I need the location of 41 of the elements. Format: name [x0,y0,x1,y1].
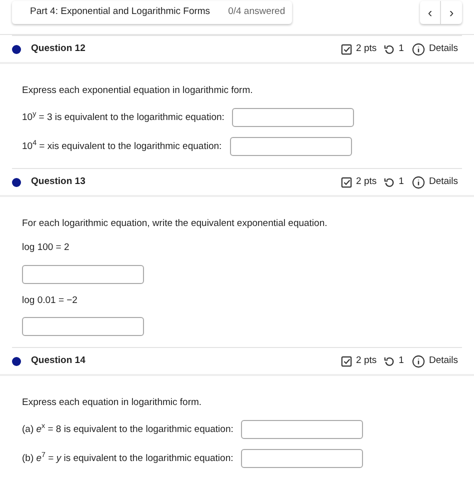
checkbox-icon [341,356,352,366]
checkbox-icon [341,44,352,54]
next-button[interactable]: › [441,1,462,24]
points-label: 2 pts [356,174,377,189]
question-instruction: Express each equation in logarithmic form. [22,396,203,410]
answer-field[interactable] [22,264,144,284]
equation-prompt: (b) e$^{7}$ = y is equivalent to the logarithmic equation: [22,452,234,466]
retry-icon [384,356,395,366]
equation-prompt: 10$^{4}$ = xis equivalent to the logarithmic equation: [22,140,222,154]
attempts-label: 1 [398,174,404,189]
info-icon [412,354,425,368]
part-title: Part 4: Exponential and Logarithmic Forms [30,5,210,20]
question-instruction: Express each exponential equation in logarithmic form. [22,84,254,98]
equation-prompt: log 100 = 2 [22,241,70,256]
question-title: Question 12 [31,42,86,56]
answer-field[interactable] [241,420,364,440]
answer-field[interactable] [22,316,144,336]
equation-prompt: log 0.01 = −2 [22,294,78,308]
question-title: Question 13 [31,174,86,189]
details-link[interactable]: Details [428,42,458,56]
info-icon [412,176,425,188]
info-icon [412,42,425,56]
answer-field[interactable] [230,137,352,156]
question-title: Question 14 [31,354,86,368]
question-instruction: For each logarithmic equation, write the equivalent exponential equation. [22,217,328,231]
details-link[interactable]: Details [428,174,458,190]
points-label: 2 pts [356,42,377,56]
retry-icon [384,176,395,188]
progress-label: 0/4 answered [228,5,286,20]
equation-prompt: (a) e$^{x}$ = 8 is equivalent to the logarithmic equation: [22,422,234,437]
equation-prompt: 10$^{y}$ = 3 is equivalent to the logarithmic equation: [22,110,224,125]
answer-field[interactable] [232,108,354,128]
attempts-label: 1 [398,354,404,368]
points-label: 2 pts [356,354,377,368]
attempts-label: 1 [398,42,404,56]
checkbox-icon [341,176,352,188]
details-link[interactable]: Details [428,354,458,368]
previous-button[interactable]: ‹ [420,1,441,24]
retry-icon [384,44,395,54]
part-selector[interactable]: Part 4: Exponential and Logarithmic Forms 0/4 answered [12,1,292,24]
answer-field[interactable] [241,449,364,468]
